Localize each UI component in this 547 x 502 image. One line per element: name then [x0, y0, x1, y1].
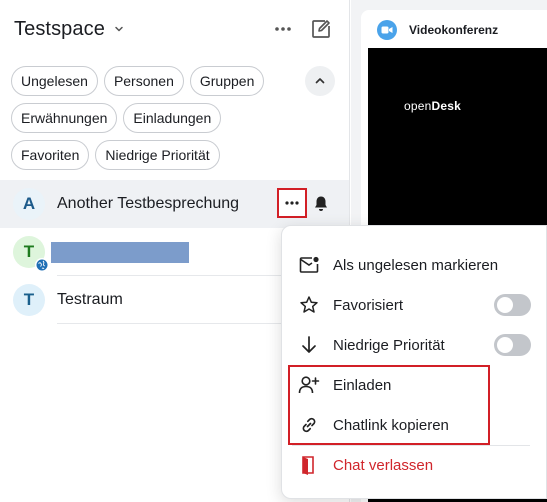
- room-more-options-button[interactable]: [277, 188, 307, 218]
- menu-item-favourite[interactable]: Favorisiert: [282, 285, 547, 325]
- filter-invites[interactable]: Einladungen: [123, 103, 222, 133]
- menu-item-label: Als ungelesen markieren: [333, 256, 499, 274]
- room-name: Testraum: [57, 291, 123, 308]
- filter-unread[interactable]: Ungelesen: [11, 66, 98, 96]
- redacted-room-name: [51, 241, 189, 263]
- menu-item-label: Chat verlassen: [333, 456, 434, 474]
- globe-icon: [35, 258, 49, 272]
- leave-icon: [298, 454, 320, 476]
- conference-header: Videokonferenz: [361, 10, 547, 50]
- avatar: T: [13, 284, 45, 316]
- space-title[interactable]: Testspace: [14, 18, 105, 41]
- video-camera-icon: [377, 20, 397, 40]
- bell-icon[interactable]: [311, 193, 331, 213]
- divider: [57, 323, 289, 324]
- menu-item-label: Einladen: [333, 376, 392, 394]
- menu-item-label: Chatlink kopieren: [333, 416, 449, 434]
- favourite-toggle[interactable]: [494, 294, 531, 316]
- filter-favourites[interactable]: Favoriten: [11, 140, 90, 170]
- menu-item-leave[interactable]: Chat verlassen: [282, 445, 547, 485]
- room-list-item[interactable]: A Another Testbesprechung: [0, 180, 349, 228]
- room-context-menu: Als ungelesen markieren Favorisiert Nied…: [281, 225, 547, 499]
- filter-people[interactable]: Personen: [103, 66, 184, 96]
- menu-item-copy-link[interactable]: Chatlink kopieren: [282, 405, 547, 445]
- add-person-icon: [298, 374, 320, 396]
- menu-item-low-priority[interactable]: Niedrige Priorität: [282, 325, 547, 365]
- filter-row: Favoriten Niedrige Priorität: [11, 140, 341, 170]
- avatar: T: [13, 236, 49, 272]
- avatar-initial: T: [23, 242, 35, 261]
- conference-title: Videokonferenz: [409, 23, 499, 37]
- arrow-down-icon: [298, 334, 320, 356]
- filter-row: Ungelesen Personen Gruppen: [11, 66, 341, 96]
- menu-item-invite[interactable]: Einladen: [282, 365, 547, 405]
- low-priority-toggle[interactable]: [494, 334, 531, 356]
- room-name: Another Testbesprechung: [57, 195, 240, 212]
- mark-unread-icon: [298, 254, 320, 276]
- opendesk-logo: openDesk: [404, 99, 461, 113]
- chevron-up-icon[interactable]: [305, 66, 335, 96]
- compose-icon[interactable]: [309, 17, 333, 41]
- chevron-down-icon[interactable]: [113, 22, 127, 36]
- filter-row: Erwähnungen Einladungen: [11, 103, 341, 133]
- room-filters: Ungelesen Personen Gruppen Erwähnungen E…: [11, 66, 341, 177]
- star-icon: [298, 294, 320, 316]
- sidebar-header: Testspace: [14, 16, 335, 42]
- filter-low-priority[interactable]: Niedrige Priorität: [95, 140, 220, 170]
- link-icon: [298, 414, 320, 436]
- avatar: A: [13, 188, 45, 220]
- filter-mentions[interactable]: Erwähnungen: [11, 103, 118, 133]
- menu-item-mark-unread[interactable]: Als ungelesen markieren: [282, 245, 547, 285]
- header-actions: [271, 16, 333, 42]
- logo-prefix: open: [404, 99, 432, 113]
- app-window: Testspace Ungelesen Personen Gruppen Erw…: [0, 0, 547, 502]
- filter-groups[interactable]: Gruppen: [189, 66, 265, 96]
- menu-item-label: Favorisiert: [333, 296, 404, 314]
- more-options-icon[interactable]: [271, 17, 295, 41]
- logo-suffix: Desk: [431, 99, 461, 113]
- menu-item-label: Niedrige Priorität: [333, 336, 445, 354]
